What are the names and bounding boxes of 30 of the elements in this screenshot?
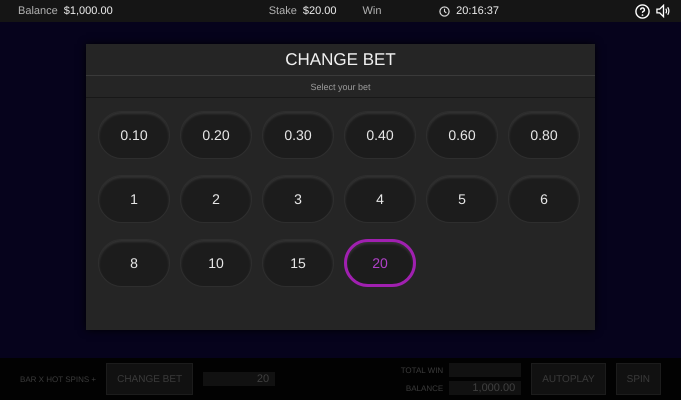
bet-option[interactable]: 4: [344, 175, 416, 223]
dialog-subtitle: Select your bet: [86, 76, 595, 98]
win-label: Win: [362, 5, 382, 17]
bet-option[interactable]: 6: [508, 175, 580, 223]
bet-option[interactable]: 15: [262, 239, 334, 287]
bet-option[interactable]: 2: [180, 175, 252, 223]
stake-value: $20.00: [302, 5, 336, 17]
bet-option[interactable]: 5: [426, 175, 498, 223]
balance-value: $1,000.00: [64, 5, 113, 17]
balance-label: Balance: [18, 5, 58, 17]
game-name: BAR X HOT SPINS +: [20, 374, 96, 384]
bet-option[interactable]: 0.80: [508, 111, 580, 159]
bet-option[interactable]: 0.20: [180, 111, 252, 159]
bet-option[interactable]: 8: [98, 239, 170, 287]
bet-option[interactable]: 20: [344, 239, 416, 287]
bet-option[interactable]: 10: [180, 239, 252, 287]
speaker-icon[interactable]: [656, 4, 671, 18]
balance-label: BALANCE: [406, 384, 444, 392]
bet-option[interactable]: 1: [98, 175, 170, 223]
bet-option[interactable]: 0.40: [344, 111, 416, 159]
total-win-label: TOTAL WIN: [400, 366, 444, 374]
help-icon[interactable]: [635, 4, 650, 18]
stake-label: Stake: [268, 5, 297, 17]
clock-icon: [439, 6, 450, 16]
dialog-title: CHANGE BET: [86, 44, 595, 76]
bet-option[interactable]: 3: [262, 175, 334, 223]
clock-time: 20:16:37: [456, 5, 499, 17]
bet-option[interactable]: 0.10: [98, 111, 170, 159]
bet-option[interactable]: 0.30: [262, 111, 334, 159]
bet-option[interactable]: 0.60: [426, 111, 498, 159]
